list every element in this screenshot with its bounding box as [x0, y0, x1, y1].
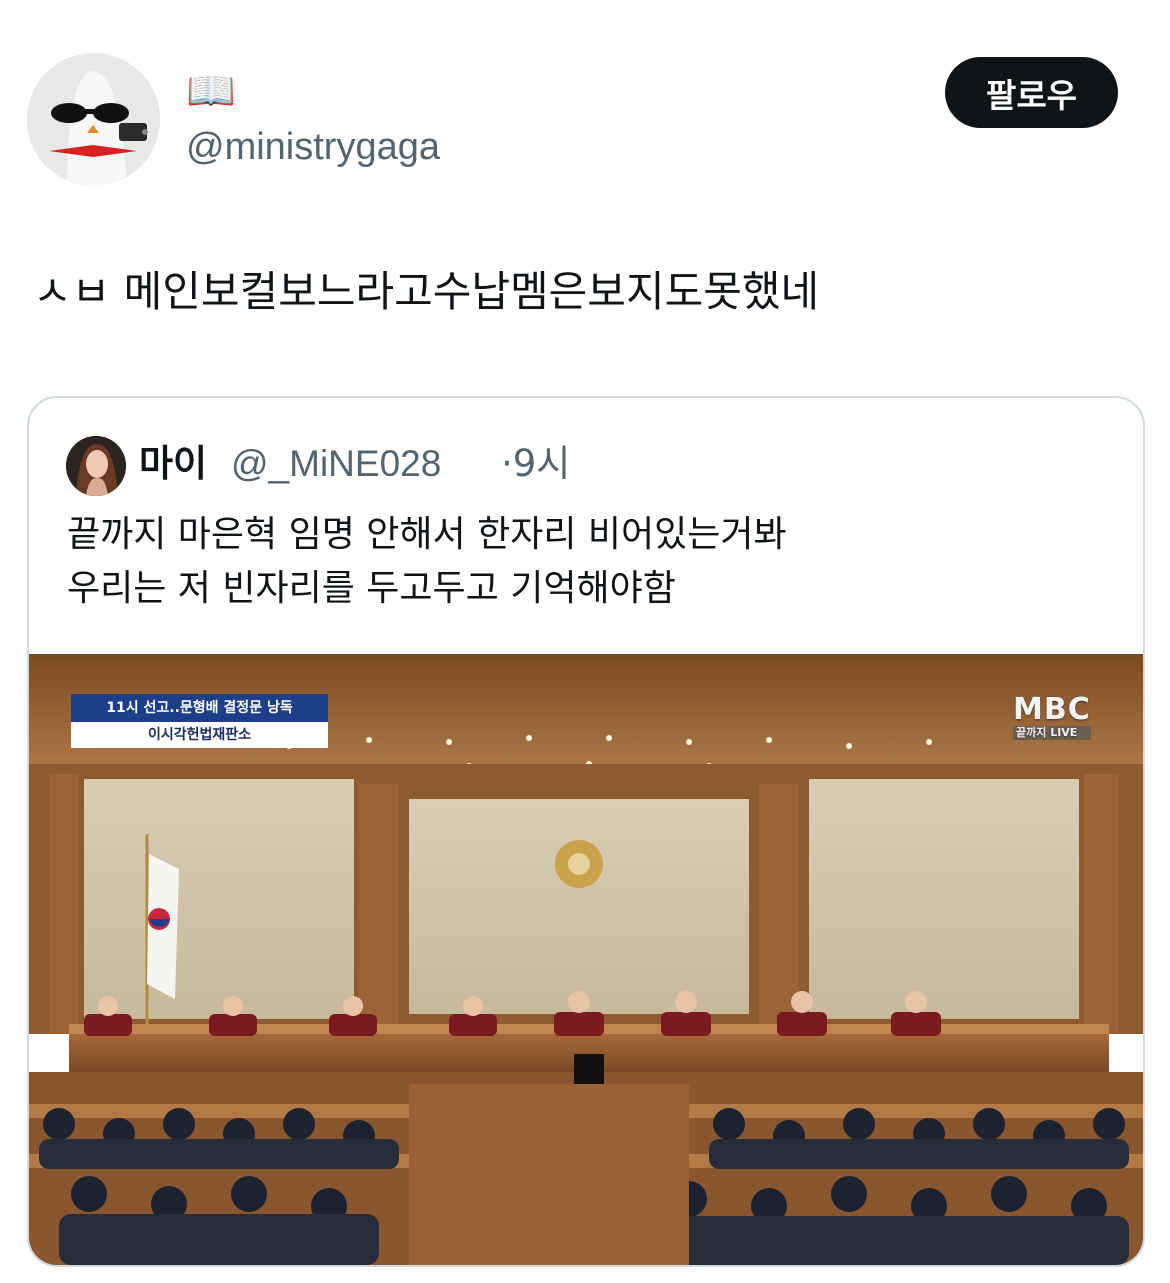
quoted-author-handle: @_MiNE028 — [231, 443, 442, 484]
author-handle[interactable]: @ministrygaga — [186, 122, 440, 172]
broadcaster-live-tag: 끝까지 LIVE — [1013, 726, 1091, 740]
broadcast-caption-headline: 11시 선고..문형배 결정문 낭독 — [71, 694, 328, 722]
quoted-author-name: 마이 — [139, 442, 208, 485]
quoted-tweet-text-line: 끝까지 마은혁 임명 안해서 한자리 비어있는거봐 — [67, 514, 787, 555]
broadcast-caption: 11시 선고..문형배 결정문 낭독 이시각헌법재판소 — [71, 694, 328, 748]
author-display-name: 📖 — [186, 68, 236, 114]
quoted-tweet-time: ·9시 — [501, 442, 571, 485]
egg-sunglasses-avatar-icon — [27, 53, 160, 186]
tweet-text: ㅅㅂ 메인보컬보느라고수납멤은보지도못했네 — [33, 267, 820, 316]
broadcaster-logo-text: MBC — [1013, 692, 1091, 727]
author-avatar[interactable] — [27, 53, 160, 186]
quoted-tweet-card[interactable]: 마이 @_MiNE028 ·9시 끝까지 마은혁 임명 안해서 한자리 비어있는… — [27, 396, 1145, 1267]
quoted-tweet-media[interactable]: 11시 선고..문형배 결정문 낭독 이시각헌법재판소 MBC 끝까지 LIVE — [29, 654, 1143, 1265]
quoted-author-avatar[interactable] — [66, 436, 126, 496]
broadcast-caption-location: 이시각헌법재판소 — [71, 722, 328, 748]
quoted-tweet-text-line: 우리는 저 빈자리를 두고두고 기억해야함 — [67, 568, 676, 609]
follow-button[interactable]: 팔로우 — [945, 57, 1118, 128]
quoted-tweet-text: 끝까지 마은혁 임명 안해서 한자리 비어있는거봐 우리는 저 빈자리를 두고두… — [67, 508, 787, 616]
broadcaster-logo: MBC 끝까지 LIVE — [1013, 694, 1091, 740]
person-portrait-icon — [66, 436, 126, 496]
